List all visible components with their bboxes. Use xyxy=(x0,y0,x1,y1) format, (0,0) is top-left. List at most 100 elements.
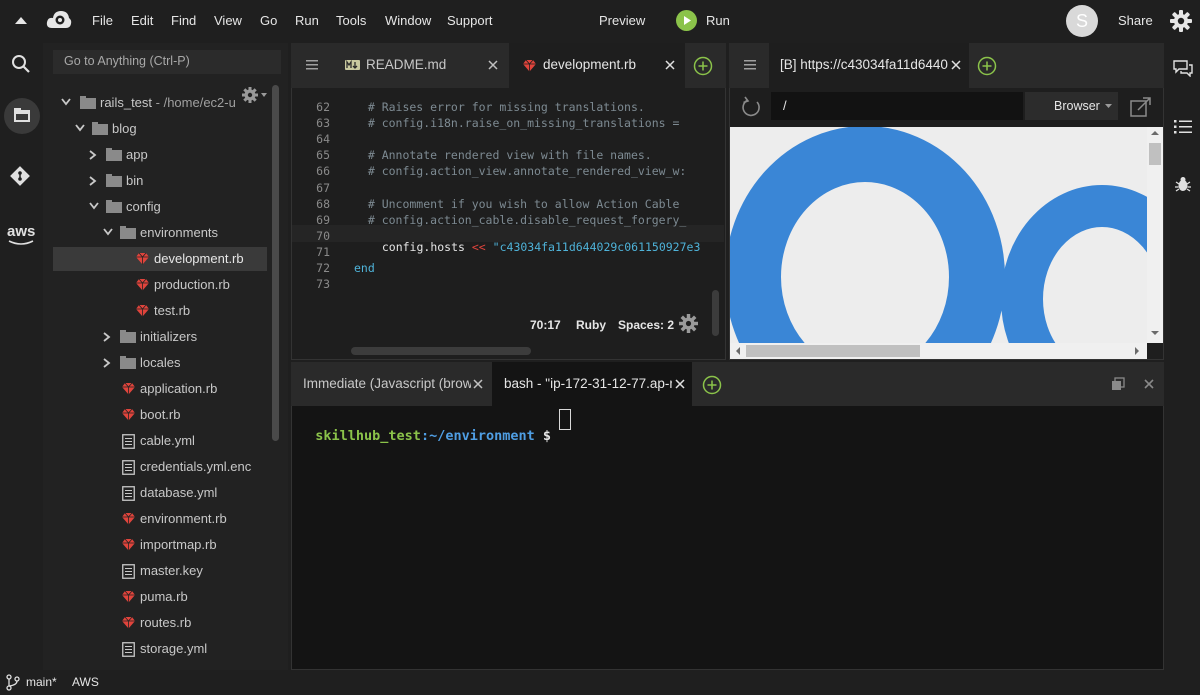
ruby-file-icon xyxy=(122,382,135,395)
tree-file[interactable]: importmap.rb xyxy=(53,533,267,557)
prompt-user: skillhub_test xyxy=(315,428,421,444)
maximize-panel-icon[interactable] xyxy=(1111,377,1125,391)
scroll-left-icon[interactable] xyxy=(735,347,741,355)
share-button[interactable]: Share xyxy=(1118,13,1153,28)
tab-bash[interactable]: bash - "ip-172-31-12-77.ap-nc xyxy=(492,362,692,406)
close-icon[interactable] xyxy=(951,60,961,70)
git-branch-name[interactable]: main* xyxy=(26,675,57,689)
editor-settings-gear-icon[interactable] xyxy=(679,314,698,333)
menu-go[interactable]: Go xyxy=(260,13,277,28)
tree-file[interactable]: database.yml xyxy=(53,481,267,505)
preview-url-input[interactable]: / xyxy=(771,92,1023,120)
terminal-panel[interactable] xyxy=(291,362,1164,670)
scroll-down-icon[interactable] xyxy=(1151,330,1159,336)
new-tab-plus-icon[interactable] xyxy=(693,56,713,76)
debugger-bug-icon[interactable] xyxy=(1175,176,1191,192)
document-file-icon xyxy=(122,460,135,475)
tree-file[interactable]: credentials.yml.enc xyxy=(53,455,267,479)
run-button[interactable]: Run xyxy=(706,13,730,28)
cloud9-logo-icon[interactable] xyxy=(46,9,72,31)
scrollbar-thumb[interactable] xyxy=(746,345,920,357)
browser-label: Browser xyxy=(1054,99,1100,113)
refresh-icon[interactable] xyxy=(740,96,762,118)
menu-view[interactable]: View xyxy=(214,13,242,28)
collapse-menu-icon[interactable] xyxy=(14,14,28,26)
tree-folder[interactable]: bin xyxy=(53,169,267,193)
editor-menu-icon[interactable] xyxy=(306,60,318,70)
aws-status[interactable]: AWS xyxy=(72,675,99,689)
language-mode[interactable]: Ruby xyxy=(576,318,606,332)
search-icon[interactable] xyxy=(11,54,30,73)
tree-file[interactable]: development.rb xyxy=(53,247,267,271)
preview-button[interactable]: Preview xyxy=(599,13,645,28)
tab-development-content[interactable]: development.rb xyxy=(509,43,685,88)
indent-setting[interactable]: Spaces: 2 xyxy=(618,318,674,332)
tree-item-label: config xyxy=(126,199,161,214)
collaborate-chat-icon[interactable] xyxy=(1173,60,1193,77)
url-value: / xyxy=(783,98,787,113)
tree-settings-gear-icon[interactable] xyxy=(241,85,269,105)
tree-scrollbar[interactable] xyxy=(272,85,279,441)
menu-window[interactable]: Window xyxy=(385,13,431,28)
preview-horizontal-scrollbar[interactable] xyxy=(730,343,1147,359)
menu-support[interactable]: Support xyxy=(447,13,493,28)
settings-gear-icon[interactable] xyxy=(1170,10,1192,32)
outline-list-icon[interactable] xyxy=(1174,120,1192,134)
cursor-position[interactable]: 70:17 xyxy=(530,318,561,332)
tree-file[interactable]: puma.rb xyxy=(53,585,267,609)
tree-file[interactable]: test.rb xyxy=(53,299,267,323)
preview-menu-icon[interactable] xyxy=(744,60,756,70)
tree-item-label: puma.rb xyxy=(140,589,188,604)
environment-tab-icon[interactable] xyxy=(4,98,40,134)
tree-file[interactable]: boot.rb xyxy=(53,403,267,427)
tab-immediate[interactable]: Immediate (Javascript (brows xyxy=(291,362,491,406)
terminal-prompt: skillhub_test:~/environment $ xyxy=(299,412,551,444)
menu-file[interactable]: File xyxy=(92,13,113,28)
tree-folder[interactable]: environments xyxy=(53,221,267,245)
tab-readme-label: README.md xyxy=(366,57,447,72)
menu-find[interactable]: Find xyxy=(171,13,196,28)
close-icon[interactable] xyxy=(665,60,675,70)
run-play-icon[interactable] xyxy=(676,10,697,31)
tree-item-label: development.rb xyxy=(154,251,244,266)
aws-icon[interactable]: aws xyxy=(7,223,35,246)
tree-file[interactable]: production.rb xyxy=(53,273,267,297)
tree-file[interactable]: cable.yml xyxy=(53,429,267,453)
tree-file[interactable]: storage.yml xyxy=(53,637,267,661)
menu-edit[interactable]: Edit xyxy=(131,13,153,28)
close-icon[interactable] xyxy=(488,60,498,70)
tree-folder[interactable]: config xyxy=(53,195,267,219)
tree-file[interactable]: master.key xyxy=(53,559,267,583)
menu-tools[interactable]: Tools xyxy=(336,13,366,28)
tree-folder[interactable]: initializers xyxy=(53,325,267,349)
new-tab-plus-icon[interactable] xyxy=(702,375,722,395)
tree-folder[interactable]: blog xyxy=(53,117,267,141)
scrollbar-thumb[interactable] xyxy=(1149,143,1161,165)
scroll-up-icon[interactable] xyxy=(1151,130,1159,136)
pop-out-icon[interactable] xyxy=(1130,96,1152,118)
menu-run[interactable]: Run xyxy=(295,13,319,28)
tree-root-folder[interactable]: rails_test - /home/ec2-u xyxy=(53,91,243,115)
close-icon[interactable] xyxy=(675,379,685,389)
avatar[interactable]: S xyxy=(1066,5,1098,37)
browser-dropdown-button[interactable]: Browser xyxy=(1025,92,1118,120)
preview-vertical-scrollbar[interactable] xyxy=(1147,127,1163,343)
line-number: 64 xyxy=(316,132,330,146)
tree-folder[interactable]: app xyxy=(53,143,267,167)
editor-vertical-scrollbar[interactable] xyxy=(712,290,719,336)
tab-browser-preview[interactable]: [B] https://c43034fa11d64402 xyxy=(769,43,969,88)
scroll-right-icon[interactable] xyxy=(1134,347,1140,355)
close-icon[interactable] xyxy=(473,379,483,389)
source-control-icon[interactable] xyxy=(9,165,31,187)
preview-viewport[interactable] xyxy=(730,127,1147,343)
editor-horizontal-scrollbar[interactable] xyxy=(351,347,531,355)
ruby-file-icon xyxy=(122,512,135,525)
tab-readme-md[interactable]: README.md xyxy=(333,43,508,88)
tree-folder[interactable]: locales xyxy=(53,351,267,375)
tree-file[interactable]: environment.rb xyxy=(53,507,267,531)
close-panel-icon[interactable] xyxy=(1144,379,1154,389)
tree-file[interactable]: routes.rb xyxy=(53,611,267,635)
new-tab-plus-icon[interactable] xyxy=(977,56,997,76)
prompt-symbol: $ xyxy=(542,428,552,444)
tree-file[interactable]: application.rb xyxy=(53,377,267,401)
